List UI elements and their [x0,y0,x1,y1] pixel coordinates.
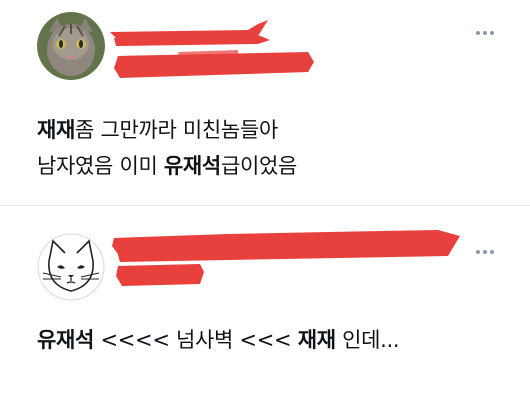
post-1-text: 재재좀 그만까라 미친놈들아 남자였음 이미 유재석급이었음 [37,112,297,184]
text-run: 유재석 [37,328,95,352]
redacted-username [110,20,314,78]
post-1-line-1: 재재좀 그만까라 미친놈들아 [37,112,297,148]
post-2-line-1: 유재석 <<<< 넘사벽 <<< 재재 인데... [37,322,400,358]
text-run: <<<< 넘사벽 <<< [94,328,298,352]
post-2-text: 유재석 <<<< 넘사벽 <<< 재재 인데... [37,322,400,358]
more-options-icon[interactable] [474,27,496,39]
text-run: 남자였음 이미 [37,154,164,178]
text-run: 인데... [335,328,400,352]
cat-photo-avatar[interactable] [37,12,105,80]
more-options-icon[interactable] [474,246,496,258]
post-1-line-2: 남자였음 이미 유재석급이었음 [37,148,297,184]
text-run: 급이었음 [220,154,298,178]
cat-drawing-avatar[interactable] [37,233,105,301]
text-run: 재재 [297,328,336,352]
text-run: 좀 그만까라 미친놈들아 [75,118,278,142]
text-run: 재재 [37,118,76,142]
redacted-username [112,230,460,286]
post-1: 재재좀 그만까라 미친놈들아 남자였음 이미 유재석급이었음 [0,0,530,206]
text-run: 유재석 [163,154,221,178]
